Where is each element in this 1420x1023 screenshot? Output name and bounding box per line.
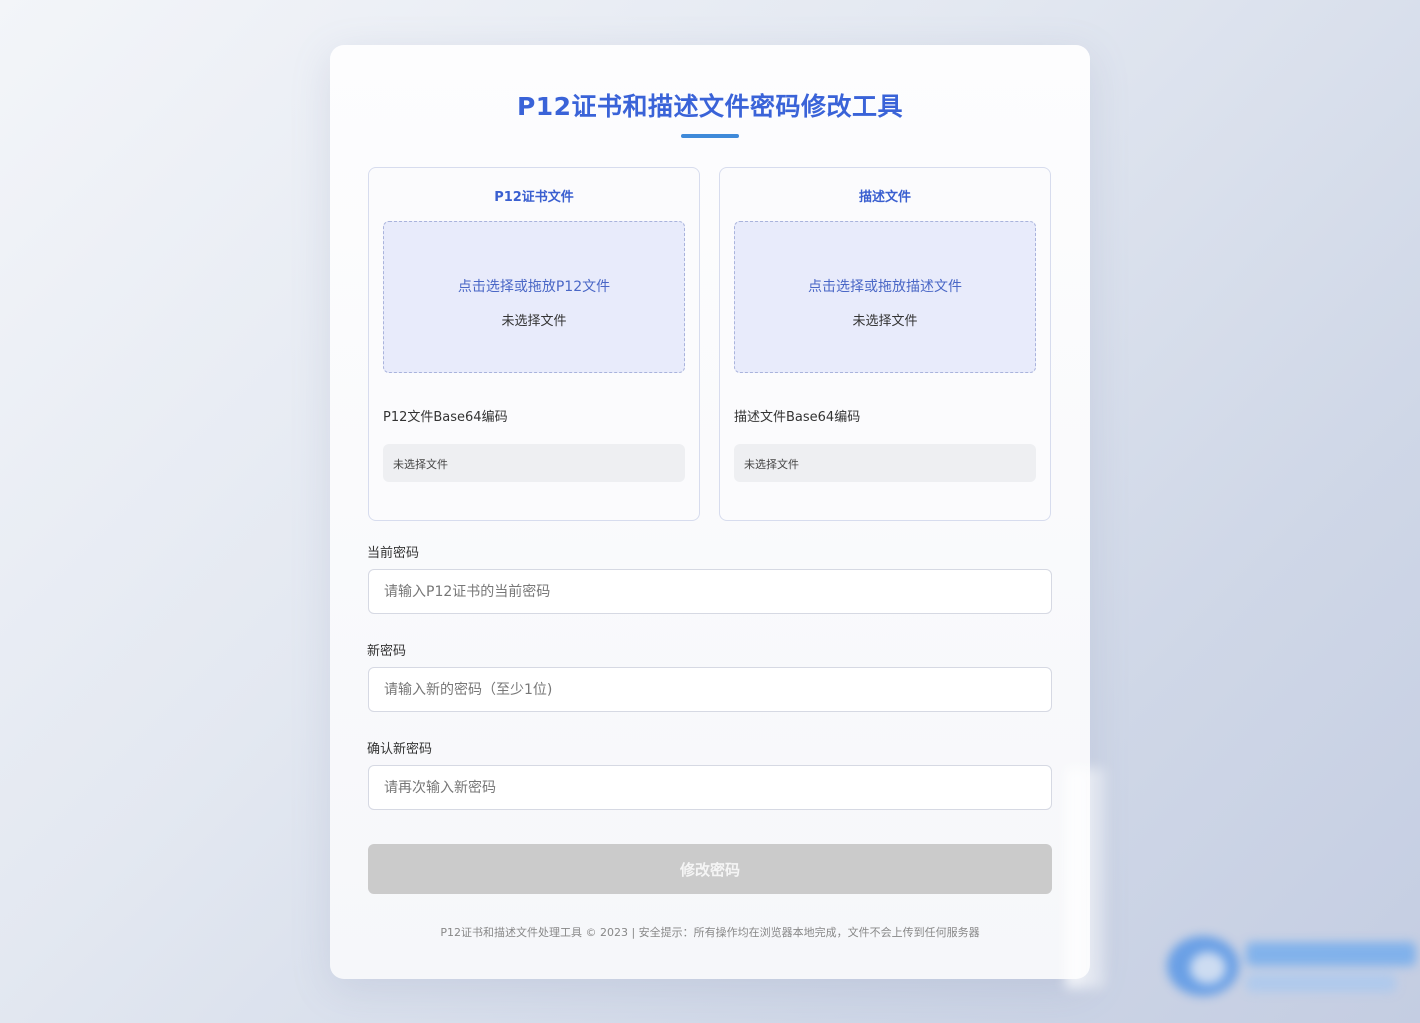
p12-dropzone[interactable]: 点击选择或拖放P12文件 未选择文件: [383, 221, 685, 373]
profile-panel: 描述文件 点击选择或拖放描述文件 未选择文件 描述文件Base64编码 未选择文…: [719, 167, 1051, 521]
new-password-label: 新密码: [367, 644, 407, 659]
blur-overlay: [1066, 768, 1106, 988]
profile-base64-output[interactable]: 未选择文件: [734, 444, 1036, 482]
p12-base64-output[interactable]: 未选择文件: [383, 444, 685, 482]
page-title: P12证书和描述文件密码修改工具: [516, 92, 904, 121]
profile-base64-label: 描述文件Base64编码: [734, 410, 861, 425]
current-password-label: 当前密码: [367, 546, 420, 561]
p12-base64-label: P12文件Base64编码: [383, 410, 508, 425]
confirm-password-input[interactable]: [368, 765, 1052, 810]
p12-dropzone-status: 未选择文件: [501, 314, 567, 329]
confirm-password-label: 确认新密码: [367, 742, 433, 757]
p12-dropzone-hint: 点击选择或拖放P12文件: [457, 279, 611, 295]
p12-panel-title: P12证书文件: [494, 190, 574, 205]
profile-panel-title: 描述文件: [858, 190, 911, 205]
title-underline: [681, 134, 739, 138]
current-password-input[interactable]: [368, 569, 1052, 614]
profile-dropzone[interactable]: 点击选择或拖放描述文件 未选择文件: [734, 221, 1036, 373]
profile-dropzone-hint: 点击选择或拖放描述文件: [808, 279, 962, 295]
watermark-logo-icon: [1167, 936, 1416, 996]
footer-text: P12证书和描述文件处理工具 © 2023 | 安全提示：所有操作均在浏览器本地…: [440, 926, 980, 939]
profile-dropzone-status: 未选择文件: [852, 314, 918, 329]
main-card: P12证书和描述文件密码修改工具 P12证书文件 点击选择或拖放P12文件 未选…: [330, 45, 1090, 979]
new-password-input[interactable]: [368, 667, 1052, 712]
p12-panel: P12证书文件 点击选择或拖放P12文件 未选择文件 P12文件Base64编码…: [368, 167, 700, 521]
change-password-button[interactable]: 修改密码: [368, 844, 1052, 894]
